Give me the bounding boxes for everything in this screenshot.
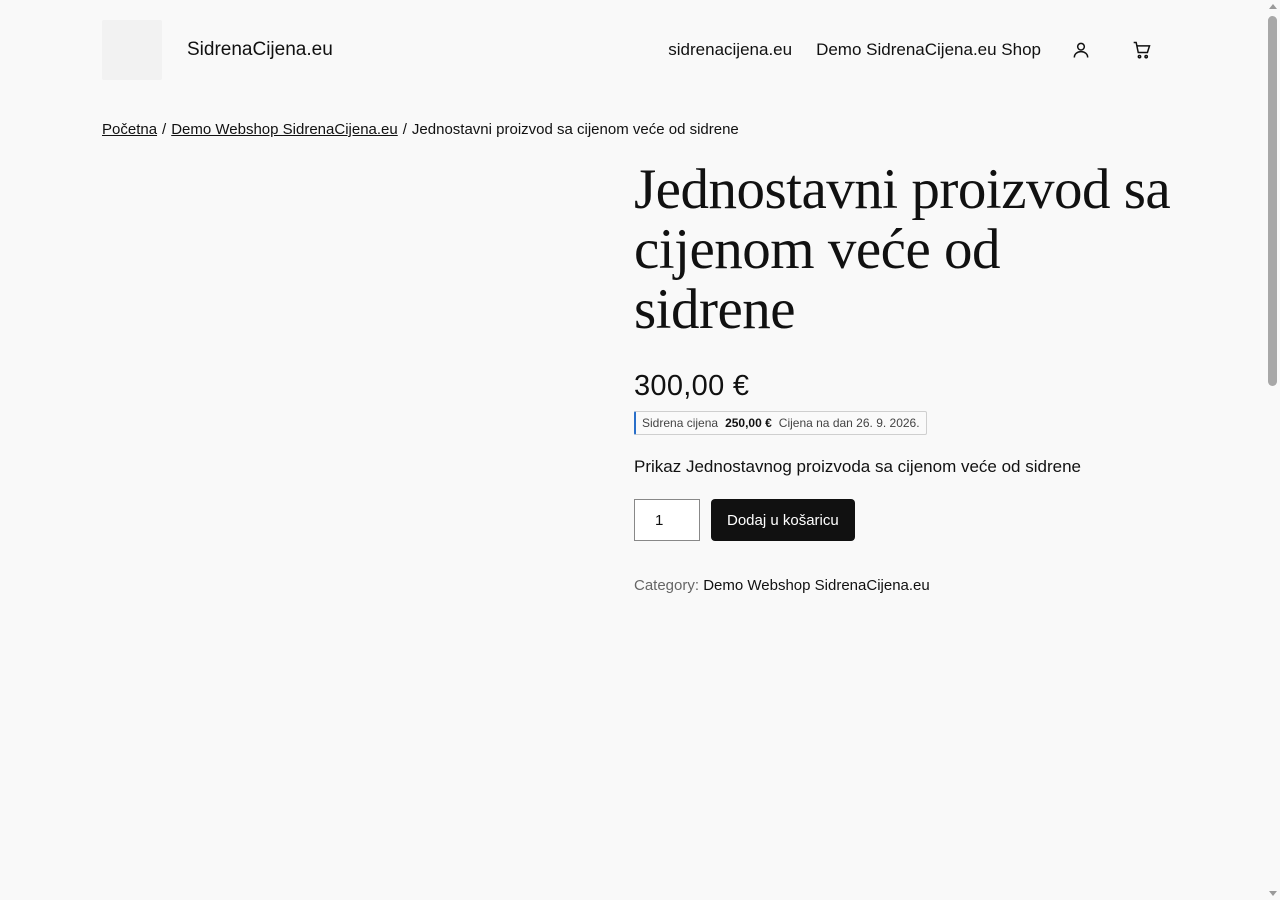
nav-item-home[interactable]: sidrenacijena.eu <box>668 40 792 60</box>
site-logo[interactable] <box>102 20 162 80</box>
breadcrumb-home[interactable]: Početna <box>102 121 157 138</box>
anchor-price-value: 250,00 € <box>725 416 772 430</box>
product-title: Jednostavni proizvod sa cijenom veće od … <box>634 158 1171 341</box>
anchor-price-date: Cijena na dan 26. 9. 2026. <box>778 416 920 430</box>
scroll-up-arrow-icon[interactable] <box>1269 4 1277 9</box>
account-icon[interactable] <box>1069 38 1093 62</box>
breadcrumb-category[interactable]: Demo Webshop SidrenaCijena.eu <box>171 121 398 138</box>
nav-item-shop[interactable]: Demo SidrenaCijena.eu Shop <box>816 40 1041 60</box>
product-meta: Category: Demo Webshop SidrenaCijena.eu <box>634 577 1174 594</box>
product-price: 300,00 € <box>634 370 750 402</box>
product-summary: Jednostavni proizvod sa cijenom veće od … <box>634 160 1174 594</box>
breadcrumb-current: Jednostavni proizvod sa cijenom veće od … <box>411 121 739 138</box>
product-description: Prikaz Jednostavnog proizvoda sa cijenom… <box>634 457 1081 476</box>
category-link[interactable]: Demo Webshop SidrenaCijena.eu <box>703 577 930 594</box>
quantity-input[interactable] <box>634 499 700 541</box>
category-label: Category: <box>634 577 700 594</box>
main-nav: sidrenacijena.eu Demo SidrenaCijena.eu S… <box>644 38 1152 62</box>
anchor-price-label: Sidrena cijena <box>642 416 719 430</box>
anchor-price-box: Sidrena cijena 250,00 € Cijena na dan 26… <box>634 411 927 435</box>
breadcrumb-separator: / <box>402 121 407 138</box>
site-title[interactable]: SidrenaCijena.eu <box>187 39 333 61</box>
site-header: SidrenaCijena.eu sidrenacijena.eu Demo S… <box>102 20 1152 80</box>
cart-icon[interactable] <box>1130 38 1154 62</box>
scroll-down-arrow-icon[interactable] <box>1269 891 1277 896</box>
breadcrumb: Početna / Demo Webshop SidrenaCijena.eu / Je… <box>102 121 739 138</box>
page-scrollbar[interactable] <box>1265 0 1280 900</box>
scrollbar-thumb[interactable] <box>1268 16 1277 386</box>
add-to-cart-form: Dodaj u košaricu <box>634 499 1174 541</box>
add-to-cart-button[interactable]: Dodaj u košaricu <box>711 499 855 541</box>
breadcrumb-separator: / <box>162 121 167 138</box>
